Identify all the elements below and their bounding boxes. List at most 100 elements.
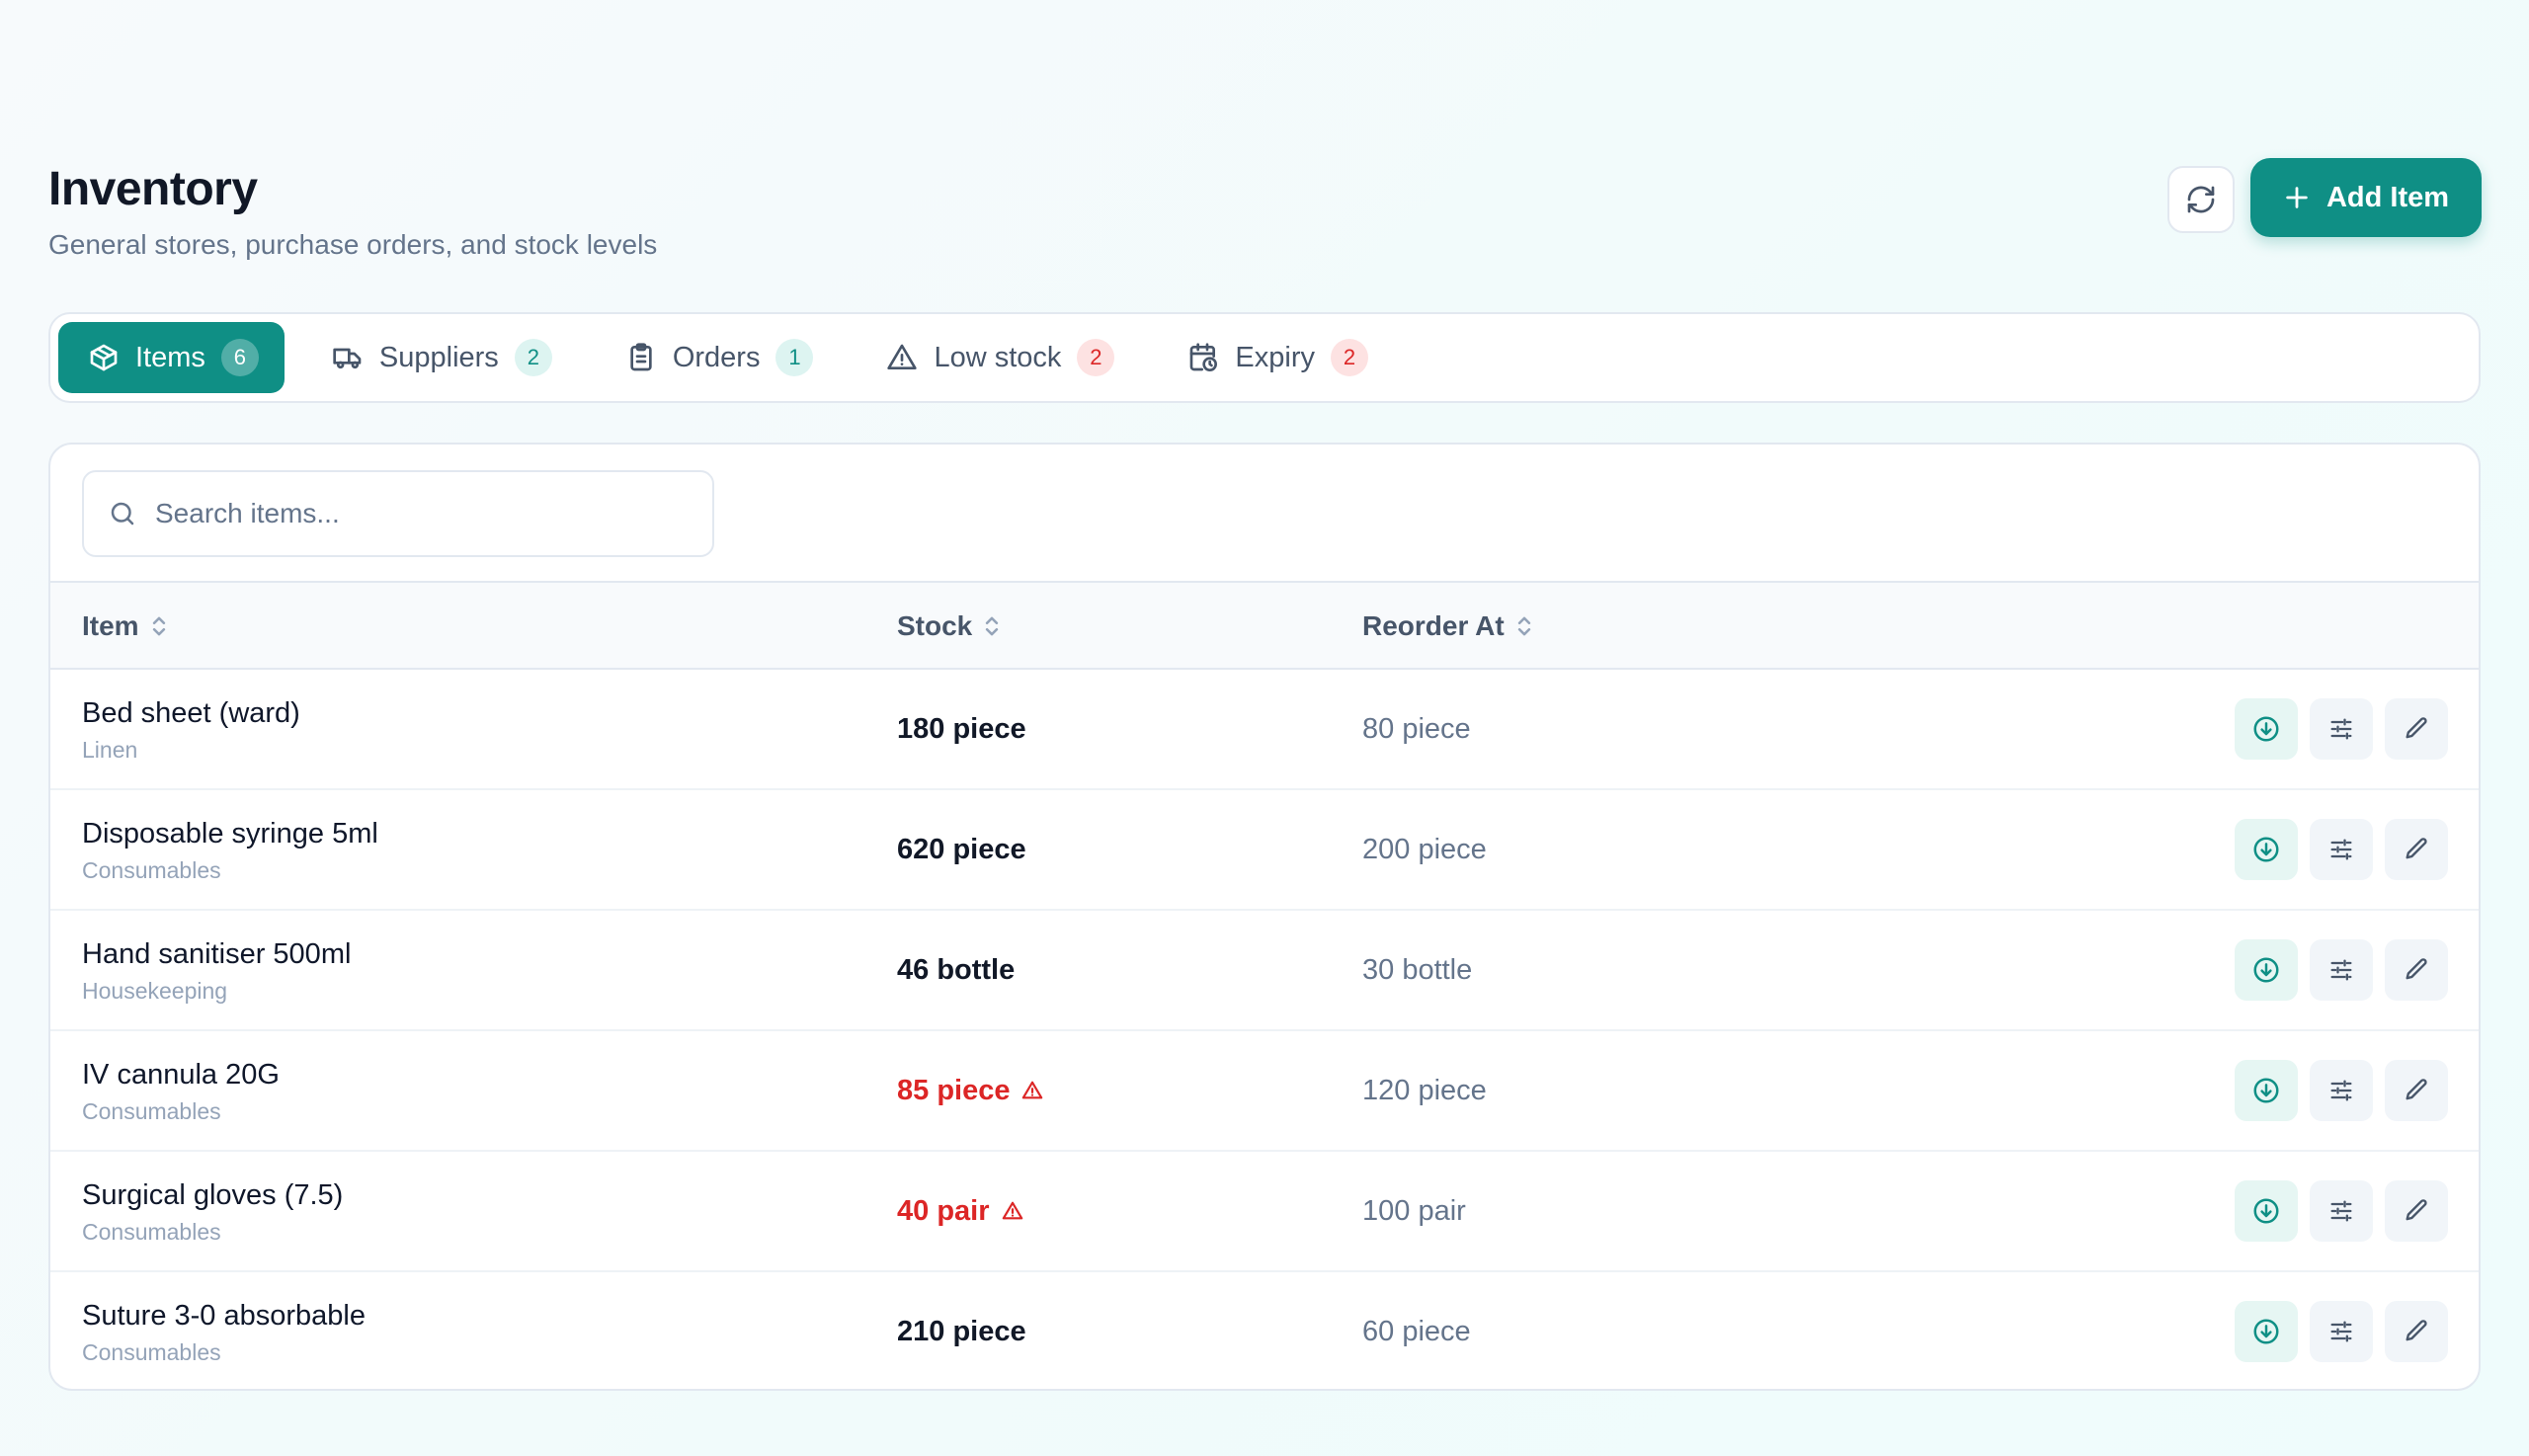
stock-value: 46 bottle [897,911,1015,1029]
tab-orders[interactable]: Orders 1 [596,322,840,393]
sort-icon [1517,616,1530,636]
column-header-stock-label: Stock [897,610,973,641]
table-row: IV cannula 20G Consumables 85 piece 120 … [50,1031,2479,1152]
edit-item-button[interactable] [2385,698,2448,760]
adjust-stock-icon [2330,718,2352,740]
tab-items[interactable]: Items 6 [58,322,285,393]
reorder-at-value: 30 bottle [1362,953,1473,986]
receive-stock-button[interactable] [2235,939,2298,1001]
adjust-stock-button[interactable] [2310,1301,2373,1362]
adjust-stock-button[interactable] [2310,939,2373,1001]
tab-low-stock-count: 2 [1077,339,1115,376]
column-header-reorder-at[interactable]: Reorder At [1362,583,1534,670]
tab-bar: Items 6 Suppliers 2 Orders 1 Low stock 2 [48,312,2481,403]
adjust-stock-button[interactable] [2310,698,2373,760]
tab-suppliers-label: Suppliers [378,341,499,373]
stock-text: 210 piece [897,1315,1026,1347]
clipboard-icon [630,343,652,371]
tab-suppliers[interactable]: Suppliers 2 [302,322,578,393]
receive-stock-icon [2253,716,2279,742]
item-name: Suture 3-0 absorbable [82,1300,366,1332]
tab-expiry-count: 2 [1330,339,1368,376]
tab-low-stock[interactable]: Low stock 2 [857,322,1140,393]
stock-value: 40 pair [897,1152,1023,1270]
edit-icon [2406,1199,2427,1221]
items-card: Item Stock Reorder At Bed sheet (ward) L… [48,443,2481,1391]
adjust-stock-button[interactable] [2310,1060,2373,1121]
table-body: Bed sheet (ward) Linen 180 piece 80 piec… [50,670,2479,1389]
adjust-stock-button[interactable] [2310,819,2373,880]
search-box[interactable] [82,470,714,557]
calendar-clock-icon [1190,343,1218,371]
receive-stock-button[interactable] [2235,698,2298,760]
tab-suppliers-count: 2 [514,339,552,376]
refresh-button[interactable] [2167,166,2235,233]
stock-value: 620 piece [897,790,1026,909]
item-category: Consumables [82,1219,221,1245]
column-header-reorder-label: Reorder At [1362,610,1505,641]
column-header-stock[interactable]: Stock [897,583,1002,670]
table-row: Bed sheet (ward) Linen 180 piece 80 piec… [50,670,2479,790]
search-input[interactable] [155,498,689,529]
low-stock-warning-icon [1002,1201,1022,1220]
table-row: Suture 3-0 absorbable Consumables 210 pi… [50,1272,2479,1389]
adjust-stock-icon [2330,1200,2352,1222]
row-actions [2235,1060,2448,1121]
edit-icon [2406,958,2427,980]
table-row: Hand sanitiser 500ml Housekeeping 46 bot… [50,911,2479,1031]
refresh-icon [2187,186,2215,213]
table-row: Surgical gloves (7.5) Consumables 40 pai… [50,1152,2479,1272]
edit-icon [2406,717,2427,739]
item-name: Surgical gloves (7.5) [82,1179,344,1211]
edit-item-button[interactable] [2385,1180,2448,1242]
item-name: Bed sheet (ward) [82,697,300,729]
tab-orders-label: Orders [672,341,761,373]
tab-orders-count: 1 [775,339,814,376]
add-item-button[interactable]: Add Item [2250,158,2482,237]
tab-items-count: 6 [220,339,259,376]
item-category: Linen [82,737,138,763]
tab-items-label: Items [135,341,205,373]
edit-item-button[interactable] [2385,819,2448,880]
plus-icon [2286,187,2308,208]
stock-value: 180 piece [897,670,1026,788]
adjust-stock-icon [2330,1321,2352,1342]
receive-stock-button[interactable] [2235,1180,2298,1242]
edit-item-button[interactable] [2385,1060,2448,1121]
table-row: Disposable syringe 5ml Consumables 620 p… [50,790,2479,911]
low-stock-warning-icon [1022,1081,1043,1099]
receive-stock-icon [2253,957,2279,983]
tab-low-stock-label: Low stock [934,341,1062,373]
tab-expiry[interactable]: Expiry 2 [1158,322,1394,393]
row-actions [2235,1180,2448,1242]
row-actions [2235,819,2448,880]
sort-icon [986,616,999,636]
edit-icon [2406,838,2427,859]
row-actions [2235,698,2448,760]
stock-text: 180 piece [897,712,1026,745]
receive-stock-button[interactable] [2235,819,2298,880]
receive-stock-button[interactable] [2235,1060,2298,1121]
package-icon [90,344,118,371]
edit-icon [2406,1320,2427,1341]
adjust-stock-button[interactable] [2310,1180,2373,1242]
row-actions [2235,939,2448,1001]
edit-item-button[interactable] [2385,1301,2448,1362]
edit-item-button[interactable] [2385,939,2448,1001]
adjust-stock-icon [2330,839,2352,860]
search-icon [111,502,134,526]
sort-icon [152,616,165,636]
reorder-at-value: 60 piece [1362,1315,1471,1347]
row-actions [2235,1301,2448,1362]
receive-stock-button[interactable] [2235,1301,2298,1362]
table-header: Item Stock Reorder At [50,581,2479,670]
stock-value: 210 piece [897,1272,1026,1389]
truck-icon [333,348,362,369]
item-category: Consumables [82,1339,221,1365]
column-header-item-label: Item [82,610,139,641]
stock-text: 46 bottle [897,953,1016,986]
stock-text: 40 pair [897,1194,990,1227]
item-name: Disposable syringe 5ml [82,818,378,849]
item-name: Hand sanitiser 500ml [82,938,352,970]
column-header-item[interactable]: Item [82,583,169,670]
